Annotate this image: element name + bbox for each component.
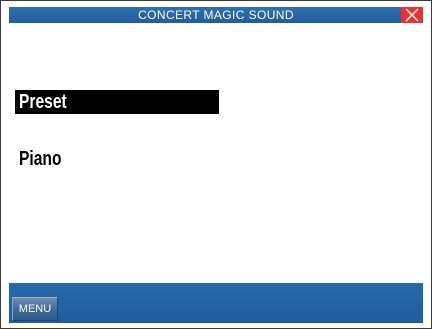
concert-magic-sound-screen: CONCERT MAGIC SOUND Preset Piano MENU [0, 0, 432, 329]
screen-title: CONCERT MAGIC SOUND [138, 8, 294, 22]
sound-name[interactable]: Piano [19, 147, 61, 171]
title-bar: CONCERT MAGIC SOUND [9, 7, 423, 23]
close-x-icon [405, 8, 419, 22]
menu-button[interactable]: MENU [12, 297, 58, 321]
preset-selector[interactable]: Preset [15, 90, 219, 114]
close-button[interactable] [401, 7, 423, 23]
preset-label: Preset [19, 91, 67, 113]
content-area: Preset Piano [9, 23, 423, 283]
bottom-bar: MENU [9, 283, 423, 323]
